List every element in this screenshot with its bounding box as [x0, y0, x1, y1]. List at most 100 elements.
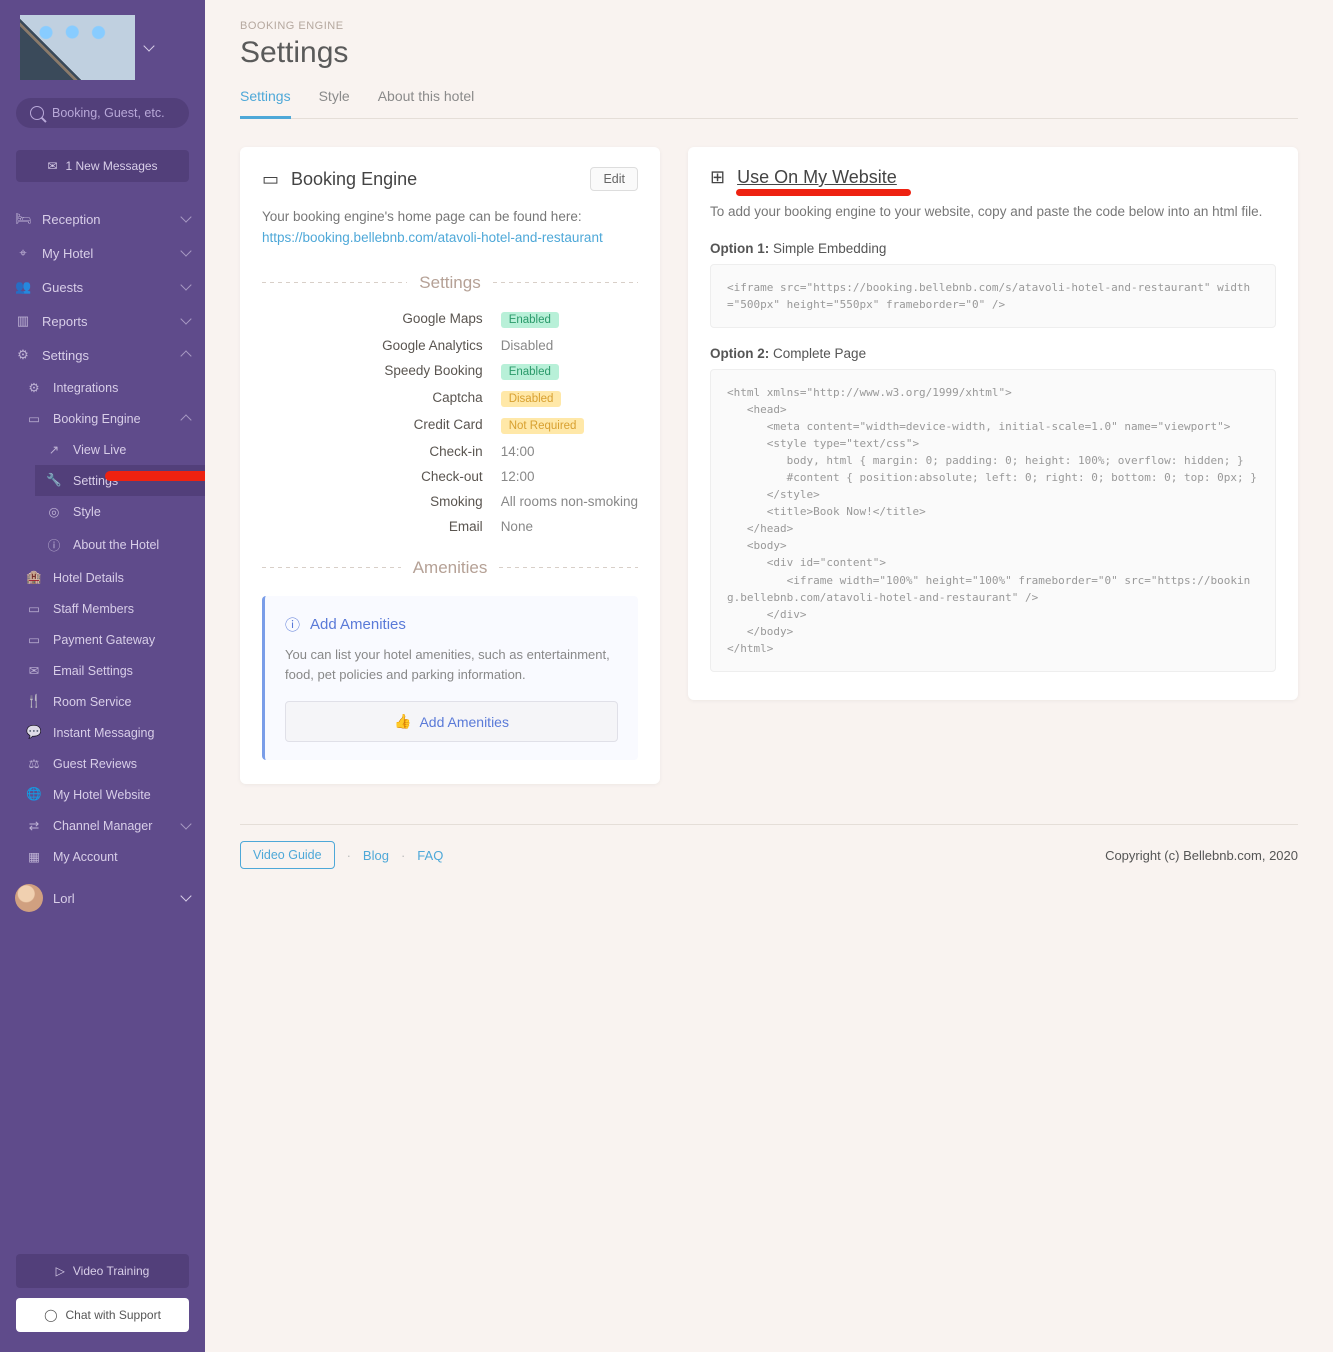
gear-icon: ⚙ [26, 380, 42, 395]
card-title-text: Use On My Website [737, 167, 897, 188]
nav-label: Email Settings [53, 664, 190, 678]
nav-integrations[interactable]: ⚙ Integrations [15, 372, 205, 403]
row-key: Google Analytics [262, 338, 483, 353]
nav-myhotel[interactable]: ⌖My Hotel [0, 236, 205, 270]
option-2-label: Option 2: Complete Page [710, 346, 1276, 361]
card-icon: ▭ [26, 632, 42, 647]
nav-im[interactable]: 💬Instant Messaging [15, 717, 205, 748]
main-nav: 🛏Reception ⌖My Hotel 👥Guests ▥Reports ⚙S… [0, 202, 205, 1242]
nav-label: Integrations [53, 381, 190, 395]
tab-about[interactable]: About this hotel [378, 88, 475, 118]
nav-booking-engine[interactable]: ▭Booking Engine [15, 403, 205, 434]
annotation-mark [736, 189, 911, 196]
chevron-down-icon [180, 818, 191, 829]
amenities-divider: Amenities [262, 558, 638, 578]
info-desc: You can list your hotel amenities, such … [285, 645, 618, 685]
nav-room-service[interactable]: 🍴Room Service [15, 686, 205, 717]
nav-label: About the Hotel [73, 538, 190, 552]
info-icon: ⓘ [285, 614, 300, 635]
blog-link[interactable]: Blog [363, 848, 389, 863]
search-icon [30, 106, 44, 120]
nav-label: Staff Members [53, 602, 190, 616]
nav-be-style[interactable]: ◎Style [35, 496, 205, 527]
nav-be-settings[interactable]: 🔧Settings [35, 465, 205, 496]
nav-label: Payment Gateway [53, 633, 190, 647]
nav-about-hotel[interactable]: ⓘAbout the Hotel [35, 527, 205, 562]
opt-text: Complete Page [773, 346, 866, 361]
nav-view-live[interactable]: ↗View Live [35, 434, 205, 465]
window-icon: ▭ [262, 169, 279, 190]
enabled-badge: Enabled [501, 364, 559, 380]
utensils-icon: 🍴 [26, 694, 42, 709]
nav-label: Channel Manager [53, 819, 171, 833]
building-icon: 🏨 [26, 570, 42, 585]
nav-website[interactable]: 🌐My Hotel Website [15, 779, 205, 810]
row-key: Check-out [262, 469, 483, 484]
search-input[interactable] [52, 106, 175, 120]
thumbs-up-icon: 👍 [394, 713, 411, 730]
settings-list: Google MapsEnabled Google AnalyticsDisab… [262, 311, 638, 534]
nav-account[interactable]: ▦My Account [15, 841, 205, 872]
nav-reception[interactable]: 🛏Reception [0, 202, 205, 236]
scale-icon: ⚖ [26, 756, 42, 771]
chat-icon: 💬 [26, 725, 42, 740]
breadcrumb: BOOKING ENGINE [240, 20, 1298, 32]
row-key: Speedy Booking [262, 363, 483, 380]
enabled-badge: Enabled [501, 312, 559, 328]
settings-divider: Settings [262, 273, 638, 293]
nav-label: View Live [73, 443, 190, 457]
desc-text: Your booking engine's home page can be f… [262, 209, 582, 224]
not-required-badge: Not Required [501, 418, 585, 434]
nav-label: My Account [53, 850, 190, 864]
nav-reviews[interactable]: ⚖Guest Reviews [15, 748, 205, 779]
tabs: Settings Style About this hotel [240, 88, 1298, 119]
booking-engine-card: ▭ Booking Engine Edit Your booking engine… [240, 147, 660, 784]
hotel-image [20, 15, 135, 80]
chevron-down-icon [180, 313, 191, 324]
chat-support-button[interactable]: ◯ Chat with Support [16, 1298, 189, 1332]
code-embed-full[interactable]: <html xmlns="http://www.w3.org/1999/xhtm… [710, 369, 1276, 672]
edit-button[interactable]: Edit [590, 167, 638, 191]
bed-icon: 🛏 [15, 211, 31, 227]
row-val: Not Required [501, 417, 638, 434]
video-training-button[interactable]: ▷Video Training [16, 1254, 189, 1288]
tab-settings[interactable]: Settings [240, 88, 291, 119]
booking-url-link[interactable]: https://booking.bellebnb.com/atavoli-hot… [262, 230, 603, 245]
messages-button[interactable]: ✉ 1 New Messages [16, 150, 189, 182]
tab-style[interactable]: Style [319, 88, 350, 118]
nav-payment[interactable]: ▭ Payment Gateway [15, 624, 205, 655]
sidebar-footer: ▷Video Training ◯ Chat with Support [0, 1242, 205, 1352]
mail-icon: ✉ [26, 663, 42, 678]
hotel-selector[interactable] [0, 0, 205, 90]
nav-channel[interactable]: ⇄Channel Manager [15, 810, 205, 841]
nav-hotel-details[interactable]: 🏨Hotel Details [15, 562, 205, 593]
video-guide-button[interactable]: Video Guide [240, 841, 335, 869]
nav-email[interactable]: ✉ Email Settings [15, 655, 205, 686]
chevron-down-icon [180, 890, 191, 901]
messages-label: 1 New Messages [66, 159, 158, 173]
row-key: Smoking [262, 494, 483, 509]
divider-label: Settings [419, 273, 480, 293]
message-icon: ✉ [47, 159, 57, 173]
user-name: Lorl [53, 891, 172, 906]
sidebar: ✉ 1 New Messages 🛏Reception ⌖My Hotel 👥G… [0, 0, 205, 1352]
nav-reports[interactable]: ▥Reports [0, 304, 205, 338]
row-val: 14:00 [501, 444, 638, 459]
headset-icon: ◯ [44, 1308, 57, 1322]
info-title-text: Add Amenities [310, 616, 406, 633]
code-embed-simple[interactable]: <iframe src="https://booking.bellebnb.co… [710, 264, 1276, 328]
nav-guests[interactable]: 👥Guests [0, 270, 205, 304]
btn-label: Chat with Support [66, 1308, 161, 1322]
nav-settings[interactable]: ⚙Settings [0, 338, 205, 372]
row-key: Captcha [262, 390, 483, 407]
gift-icon: ⊞ [710, 167, 725, 188]
nav-staff[interactable]: ▭Staff Members [15, 593, 205, 624]
card-title-text: Booking Engine [291, 169, 417, 190]
chevron-down-icon [143, 40, 154, 51]
add-amenities-button[interactable]: 👍Add Amenities [285, 701, 618, 742]
search-box[interactable] [16, 98, 189, 128]
nav-label: Reports [42, 314, 171, 329]
use-on-website-card: ⊞ Use On My Website To add your booking … [688, 147, 1298, 700]
user-menu[interactable]: Lorl [0, 872, 205, 924]
faq-link[interactable]: FAQ [417, 848, 443, 863]
